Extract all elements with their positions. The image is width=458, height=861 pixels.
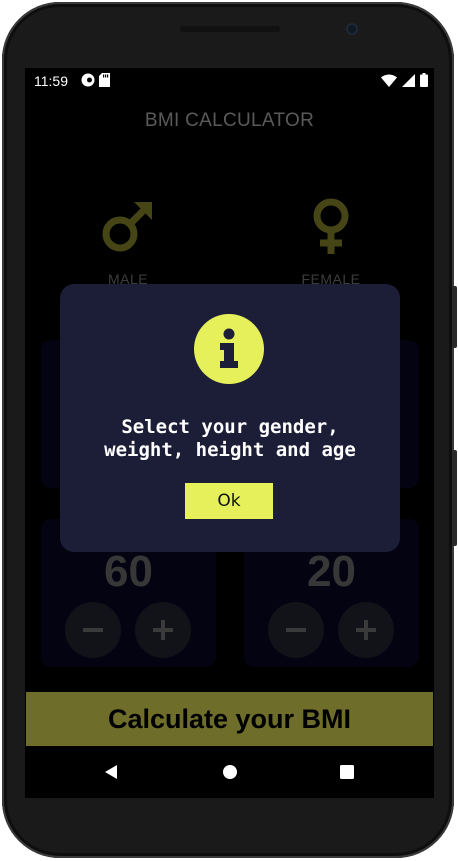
- sd-card-icon: [99, 73, 110, 87]
- navigation-bar: [25, 748, 434, 798]
- earpiece-speaker: [180, 26, 280, 32]
- notification-icons: [81, 73, 110, 87]
- info-glyph: [220, 328, 238, 368]
- dialog-message: Select your gender, weight, height and a…: [60, 416, 400, 462]
- recents-button[interactable]: [335, 760, 359, 784]
- home-button[interactable]: [218, 760, 242, 784]
- back-icon: [105, 765, 117, 779]
- power-button: [452, 286, 457, 348]
- status-time: 11:59: [34, 73, 68, 89]
- alert-dialog: Select your gender, weight, height and a…: [60, 284, 400, 552]
- back-button[interactable]: [99, 760, 123, 784]
- system-status-icons: [381, 73, 428, 87]
- info-icon: [194, 314, 264, 384]
- dialog-message-line-1: Select your gender,: [121, 416, 339, 438]
- home-icon: [223, 765, 237, 779]
- screen: 11:59 BMI CALCULATOR MALE FEMALE 60 20 C…: [25, 68, 434, 798]
- volume-button: [452, 450, 457, 546]
- cell-signal-icon: [402, 73, 415, 87]
- calculate-bmi-button[interactable]: Calculate your BMI: [26, 692, 433, 746]
- wifi-icon: [381, 73, 397, 87]
- recents-icon: [340, 765, 354, 779]
- app-notification-icon: [81, 73, 95, 87]
- ok-button[interactable]: Ok: [185, 483, 273, 519]
- battery-icon: [420, 73, 428, 87]
- status-bar: 11:59: [25, 68, 434, 94]
- front-camera: [346, 23, 358, 35]
- dialog-message-line-2: weight, height and age: [104, 439, 356, 461]
